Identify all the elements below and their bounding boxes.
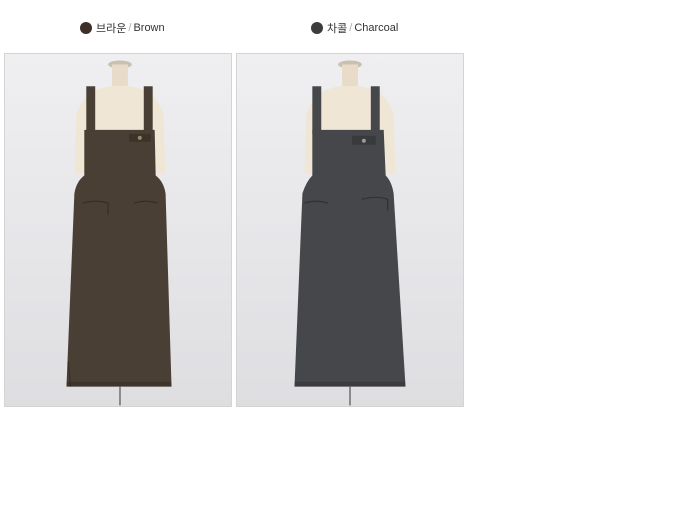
color-name-en: Charcoal	[354, 22, 399, 34]
color-name-ko: 차콜	[327, 23, 348, 35]
dress-illustration	[66, 60, 172, 406]
separator: /	[128, 22, 132, 34]
dress-illustration	[294, 60, 406, 406]
color-option-brown: 브라운 / Brown	[80, 20, 165, 36]
color-name-en: Brown	[133, 22, 165, 34]
separator: /	[349, 22, 353, 34]
product-photo-brown	[4, 53, 232, 407]
color-option-charcoal: 차콜 / Charcoal	[311, 20, 398, 36]
color-swatch-dot-icon	[80, 22, 92, 34]
color-name-ko: 브라운	[96, 23, 127, 35]
color-swatch-dot-icon	[311, 22, 323, 34]
product-photo-charcoal	[236, 53, 464, 407]
